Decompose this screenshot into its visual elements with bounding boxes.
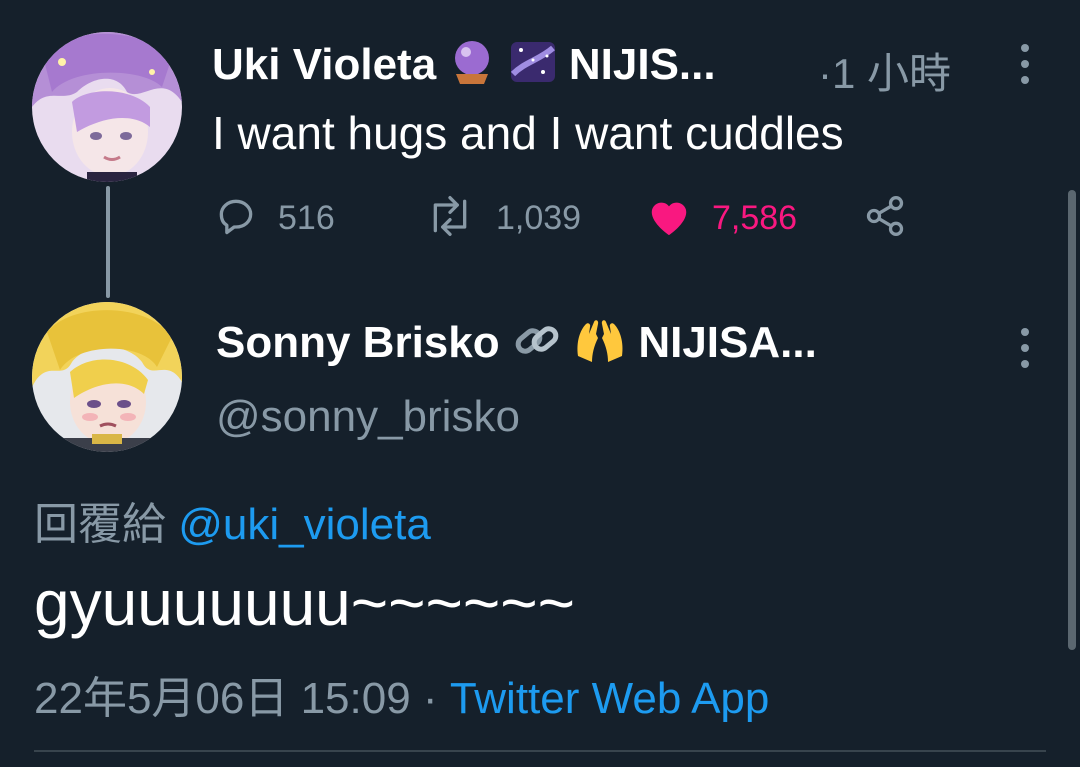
reply-mention-link[interactable]: @uki_violeta: [178, 500, 431, 549]
retweet-button[interactable]: 1,039: [424, 194, 581, 243]
reply-display-name: Sonny Brisko: [216, 318, 500, 368]
parent-name-suffix: NIJIS...: [568, 40, 716, 90]
reply-author-handle[interactable]: @sonny_brisko: [216, 392, 520, 442]
reply-tweet-text: gyuuuuuuu~~~~~~: [34, 567, 575, 639]
parent-tweet-text: I want hugs and I want cuddles: [212, 107, 844, 159]
milky-way-icon: [509, 38, 557, 97]
link-icon: [512, 316, 562, 375]
reply-icon: [214, 194, 258, 243]
meta-separator: ·: [422, 674, 438, 723]
raising-hands-icon: [574, 316, 626, 375]
crystal-ball-icon: [448, 38, 496, 97]
tweet-source-link[interactable]: Twitter Web App: [450, 674, 770, 723]
parent-timestamp[interactable]: ·1 小時: [818, 40, 951, 101]
share-icon[interactable]: [862, 194, 908, 243]
reply-count: 516: [278, 199, 335, 237]
heart-filled-icon: [646, 194, 692, 243]
reply-author-name[interactable]: Sonny Brisko NIJISA...: [216, 316, 817, 375]
reply-name-suffix: NIJISA...: [638, 318, 817, 368]
parent-author-name[interactable]: Uki Violeta NIJIS...: [212, 38, 716, 97]
scrollbar[interactable]: [1068, 190, 1076, 650]
tweet-timestamp[interactable]: 22年5月06日 15:09: [34, 674, 411, 723]
like-count: 7,586: [712, 199, 798, 237]
avatar-uki-violeta[interactable]: [32, 32, 182, 182]
like-button[interactable]: 7,586: [646, 194, 797, 243]
reply-more-options-icon[interactable]: [1010, 328, 1040, 368]
replying-to-label: 回覆給: [34, 500, 166, 549]
parent-more-options-icon[interactable]: [1010, 44, 1040, 84]
tweet-meta-line: 22年5月06日 15:09 · Twitter Web App: [34, 662, 769, 726]
retweet-icon: [424, 194, 476, 243]
avatar-sonny-brisko[interactable]: [32, 302, 182, 452]
thread-connector-line: [106, 186, 110, 298]
parent-display-name: Uki Violeta: [212, 40, 437, 90]
replying-to-line: 回覆給 @uki_violeta: [34, 488, 431, 552]
retweet-count: 1,039: [496, 199, 582, 237]
reply-button[interactable]: 516: [214, 194, 335, 243]
divider: [34, 750, 1046, 752]
